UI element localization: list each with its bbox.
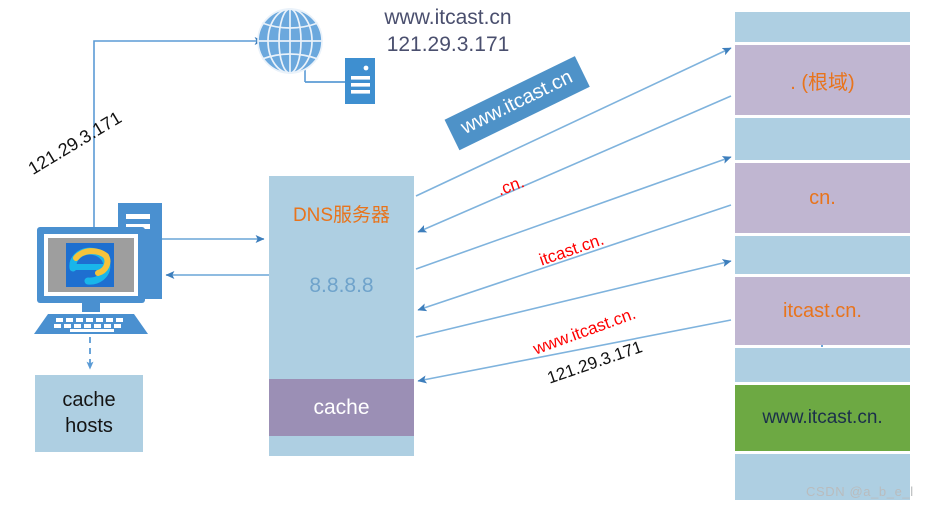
- hierarchy-band-root[interactable]: . (根域): [735, 45, 910, 115]
- hierarchy-band-cn[interactable]: cn.: [735, 163, 910, 233]
- wire-client-to-web: [93, 37, 264, 245]
- web-host-ip: 121.29.3.171: [386, 33, 510, 57]
- hierarchy-band-spacer-3: [735, 348, 910, 382]
- server-icon: [345, 58, 375, 104]
- client-cache-line1: cache: [62, 388, 116, 411]
- dns-cache-block: cache: [269, 379, 414, 436]
- watermark: CSDN @a_b_e_l: [806, 484, 914, 499]
- callout-query-cn: itcast.cn.: [536, 229, 607, 270]
- client-cache-line2: hosts: [65, 414, 113, 437]
- web-host-label: www.itcast.cn 121.29.3.171: [358, 4, 538, 59]
- hierarchy-band-spacer-2: [735, 236, 910, 274]
- client-uplink-ip-label: 121.29.3.171: [24, 107, 125, 179]
- client-cache-hosts-box: cache hosts: [35, 375, 143, 452]
- dns-hierarchy-stack: . (根域) cn. itcast.cn. www.itcast.cn.: [735, 12, 910, 500]
- hierarchy-label-cn: cn.: [809, 186, 836, 209]
- hierarchy-band-spacer-1: [735, 118, 910, 160]
- dns-server-box[interactable]: DNS服务器 8.8.8.8 cache: [269, 176, 414, 456]
- hierarchy-label-record: www.itcast.cn.: [762, 407, 883, 428]
- dns-server-title: DNS服务器: [292, 205, 391, 226]
- desktop-computer-icon: [34, 203, 162, 334]
- callout-query-root: www.itcast.cn: [444, 56, 590, 151]
- hierarchy-band-itcast[interactable]: itcast.cn.: [735, 277, 910, 345]
- dns-server-ip: 8.8.8.8: [309, 274, 374, 297]
- hierarchy-band-record[interactable]: www.itcast.cn.: [735, 385, 910, 451]
- dns-resolution-diagram: www.itcast.cn 121.29.3.171 121.29.3.171 …: [0, 0, 932, 512]
- web-host-name: www.itcast.cn: [384, 6, 512, 29]
- callout-referral-root: .cn.: [494, 172, 527, 200]
- hierarchy-label-root: . (根域): [790, 71, 855, 94]
- hierarchy-label-itcast: itcast.cn.: [783, 299, 862, 322]
- globe-icon: [257, 8, 323, 74]
- hierarchy-band-spacer-top: [735, 12, 910, 42]
